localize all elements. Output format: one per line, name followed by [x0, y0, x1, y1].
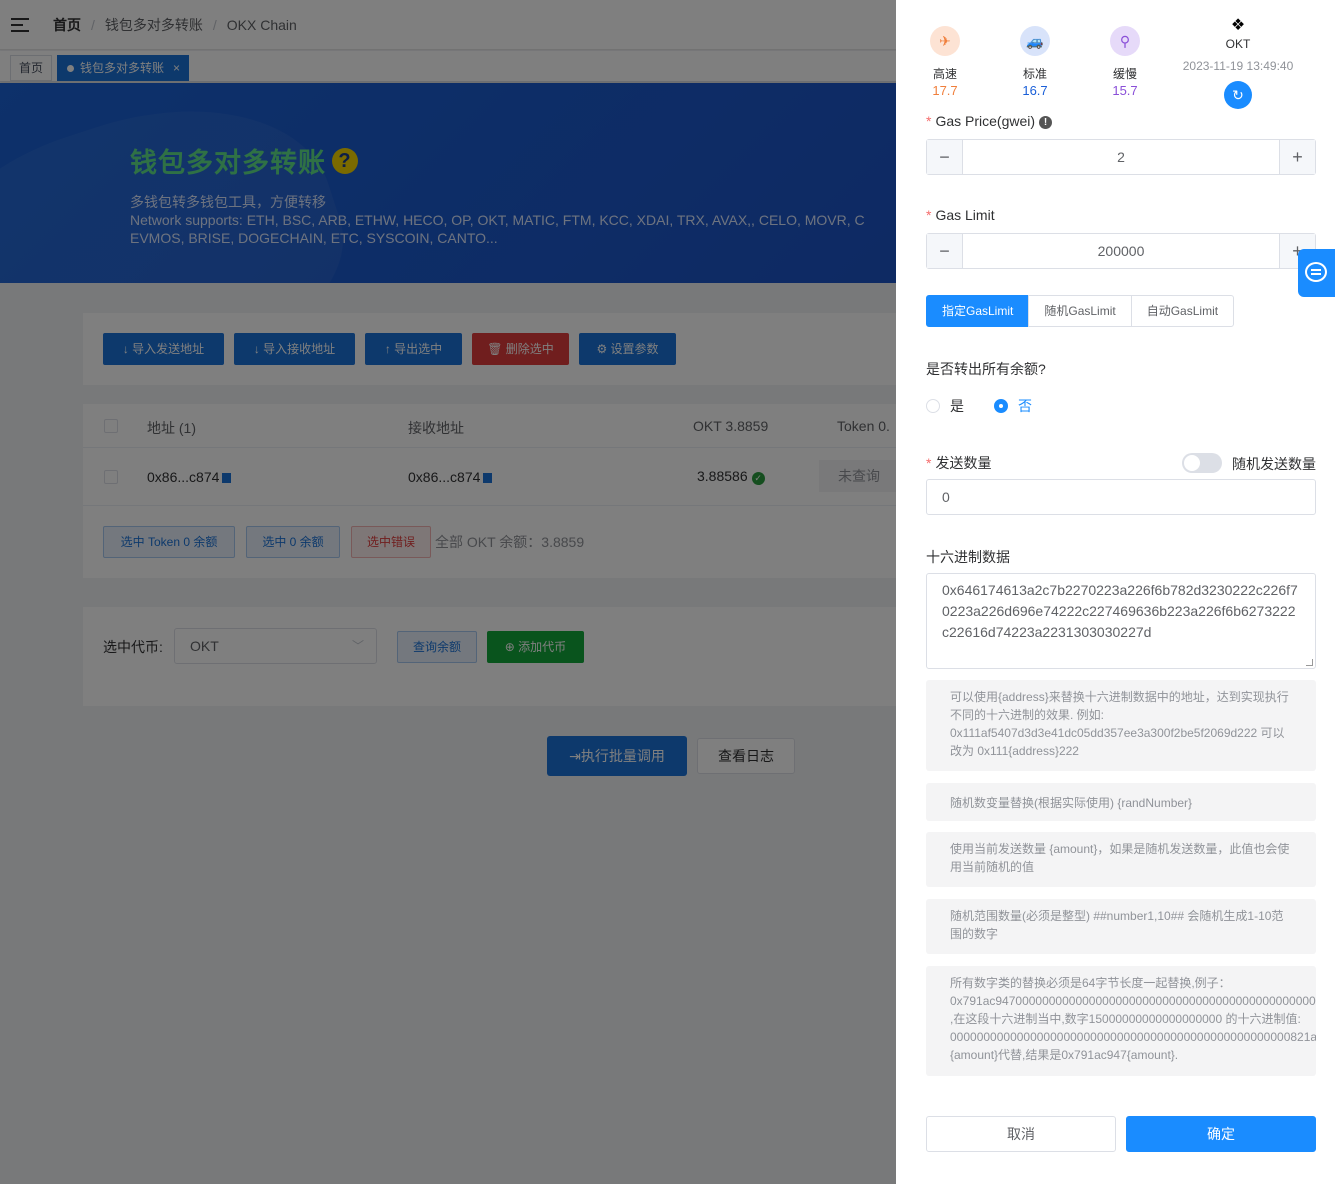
- gas-limit-mode-fixed[interactable]: 指定GasLimit: [926, 295, 1030, 327]
- radio-circle: [994, 399, 1008, 413]
- gas-limit-stepper: − 200000 +: [926, 233, 1316, 269]
- gas-limit-label-text: Gas Limit: [935, 207, 995, 223]
- rocket-icon: ✈: [930, 26, 960, 56]
- settings-drawer: ✈ 高速 17.7 🚙 标准 16.7 ⚲ 缓慢 15.7 ❖ OKT 2023…: [896, 0, 1335, 1184]
- gas-option-label: 高速: [932, 67, 957, 81]
- hint-line: 0000000000000000000000000000000000000000…: [950, 1030, 1316, 1044]
- gas-limit-input[interactable]: 200000: [963, 234, 1279, 268]
- random-amount-label: 随机发送数量: [1232, 456, 1316, 472]
- hint-line: 0x791ac947000000000000000000000000000000…: [950, 994, 1316, 1008]
- okx-logo-icon: ❖: [1230, 17, 1246, 34]
- hex-data-label: 十六进制数据: [926, 549, 1010, 565]
- gas-limit-mode-auto[interactable]: 自动GasLimit: [1130, 295, 1235, 327]
- chain-name: OKT: [1225, 37, 1251, 51]
- send-amount-label: * 发送数量: [926, 453, 991, 473]
- radio-circle: [926, 399, 940, 413]
- refresh-icon[interactable]: ↻: [1224, 81, 1252, 109]
- gas-limit-label: * Gas Limit: [926, 207, 995, 223]
- gas-option-slow[interactable]: ⚲ 缓慢 15.7: [1095, 26, 1155, 98]
- hint-number-replace: 所有数字类的替换必须是64字节长度一起替换,例子： 0x791ac9470000…: [926, 966, 1316, 1076]
- radio-label: 是: [950, 398, 964, 414]
- gas-option-label: 标准: [1022, 67, 1047, 81]
- info-icon[interactable]: !: [1039, 116, 1053, 129]
- transfer-all-no-radio[interactable]: 否: [994, 396, 1032, 416]
- required-mark: *: [926, 113, 932, 129]
- gas-option-standard[interactable]: 🚙 标准 16.7: [1005, 26, 1065, 98]
- chain-info: ❖ OKT 2023-11-19 13:49:40 ↻: [1180, 18, 1296, 109]
- hint-line: {amount}代替,结果是0x791ac947{amount}.: [950, 1048, 1179, 1062]
- increment-button[interactable]: +: [1279, 140, 1315, 174]
- hex-data-value: 0x646174613a2c7b2270223a226f6b782d323022…: [942, 582, 1298, 640]
- gas-timestamp: 2023-11-19 13:49:40: [1182, 59, 1294, 73]
- required-mark: *: [926, 207, 932, 223]
- gas-price-stepper: − 2 +: [926, 139, 1316, 175]
- gas-option-fast[interactable]: ✈ 高速 17.7: [915, 26, 975, 98]
- gas-price-label: * Gas Price(gwei)!: [926, 113, 1053, 129]
- hint-line: ,在这段十六进制当中,数字15000000000000000000 的十六进制值…: [950, 1012, 1301, 1026]
- transfer-all-label: 是否转出所有余额?: [926, 361, 1046, 377]
- required-mark: *: [926, 455, 932, 471]
- car-icon: 🚙: [1020, 26, 1050, 56]
- random-amount-toggle[interactable]: [1182, 453, 1222, 473]
- cancel-button[interactable]: 取消: [926, 1116, 1116, 1152]
- decrement-button[interactable]: −: [927, 140, 963, 174]
- hint-line: 所有数字类的替换必须是64字节长度一起替换,例子：: [950, 976, 1231, 990]
- resize-handle-icon[interactable]: [1306, 659, 1313, 666]
- gas-option-value: 16.7: [1022, 83, 1048, 98]
- confirm-button[interactable]: 确定: [1126, 1116, 1316, 1152]
- hint-number-range: 随机范围数量(必须是整型) ##number1,10## 会随机生成1-10范围…: [926, 899, 1316, 954]
- gas-limit-mode-random[interactable]: 随机GasLimit: [1028, 295, 1132, 327]
- hint-random-number: 随机数变量替换(根据实际使用) {randNumber}: [926, 783, 1316, 821]
- gas-limit-mode-group: 指定GasLimit 随机GasLimit 自动GasLimit: [926, 295, 1235, 327]
- gas-price-label-text: Gas Price(gwei): [935, 113, 1036, 129]
- send-amount-label-text: 发送数量: [935, 455, 992, 471]
- hint-address: 可以使用{address}来替换十六进制数据中的地址，达到实现执行不同的十六进制…: [926, 680, 1316, 771]
- gas-option-value: 15.7: [1112, 83, 1138, 98]
- radio-label: 否: [1018, 398, 1032, 414]
- hint-amount: 使用当前发送数量 {amount}，如果是随机发送数量，此值也会使用当前随机的值: [926, 832, 1316, 887]
- gas-option-value: 17.7: [932, 83, 958, 98]
- send-amount-input[interactable]: 0: [926, 479, 1316, 515]
- decrement-button[interactable]: −: [927, 234, 963, 268]
- gas-option-label: 缓慢: [1112, 67, 1137, 81]
- transfer-all-yes-radio[interactable]: 是: [926, 396, 964, 416]
- chat-icon: [1305, 262, 1327, 282]
- bicycle-icon: ⚲: [1110, 26, 1140, 56]
- hex-data-textarea[interactable]: 0x646174613a2c7b2270223a226f6b782d323022…: [926, 573, 1316, 669]
- chat-button[interactable]: [1298, 249, 1335, 297]
- gas-price-input[interactable]: 2: [963, 140, 1279, 174]
